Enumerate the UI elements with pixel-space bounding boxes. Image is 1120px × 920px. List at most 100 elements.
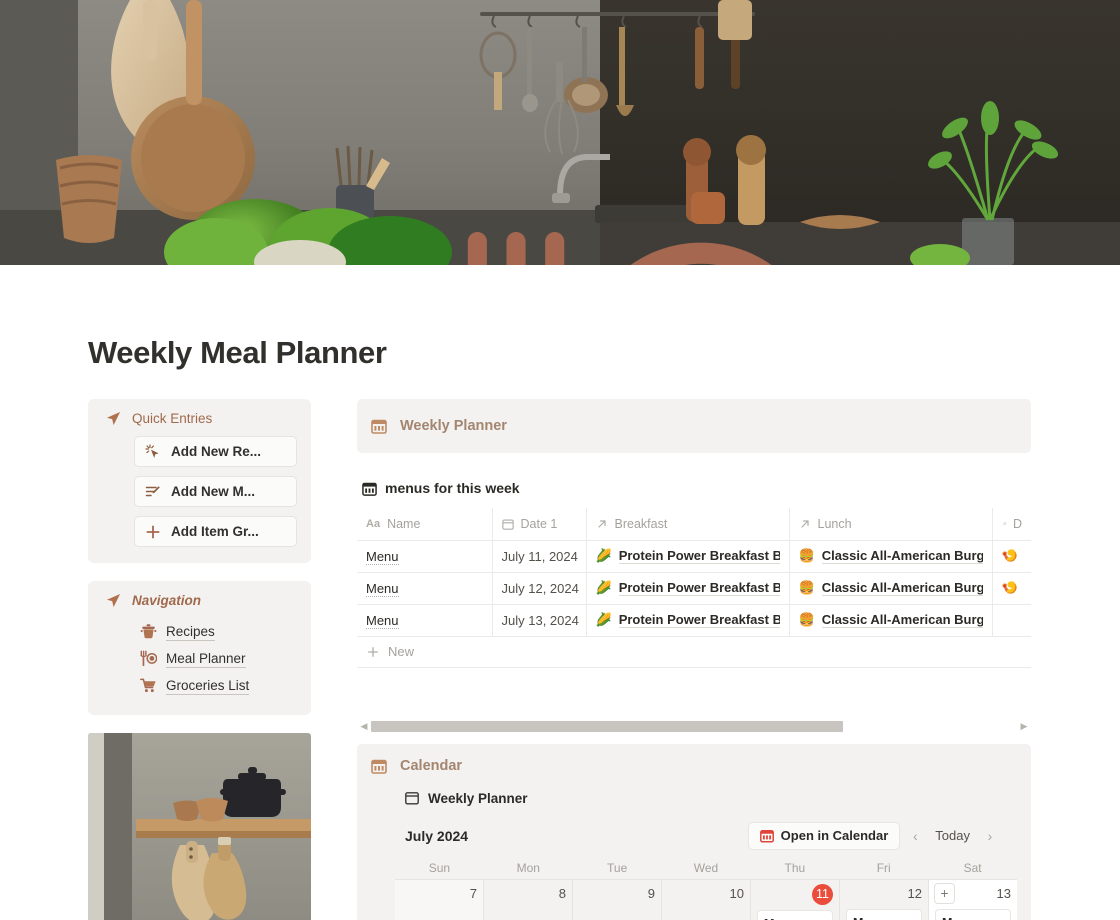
add-new-menu-button[interactable]: Add New M...	[134, 476, 297, 507]
weekday-sat: Sat	[963, 860, 982, 875]
date-icon	[501, 519, 514, 530]
sidebar-item-groceries-list[interactable]: Groceries List	[140, 672, 297, 699]
table-horizontal-scrollbar[interactable]: ◀ ▶	[357, 720, 1031, 734]
cell-breakfast-text: Protein Power Breakfast Bo	[618, 580, 780, 596]
weekly-planner-block-header[interactable]: Weekly Planner	[357, 399, 1031, 453]
calendar-day-number: 7	[469, 885, 477, 901]
cell-name[interactable]: Menu	[357, 603, 493, 637]
calendar-days-row: 7 8 9 10 11 Menu	[395, 878, 1017, 920]
add-item-grocery-label: Add Item Gr...	[171, 524, 259, 539]
scrollbar-thumb[interactable]	[371, 721, 843, 732]
cell-lunch-text: Classic All-American Burger	[821, 580, 983, 596]
column-header-date[interactable]: Date 1	[492, 508, 587, 541]
table-header-row: Aa Name Date 1 Breakfast Lunch D	[357, 508, 1031, 541]
column-header-name[interactable]: Aa Name	[357, 508, 493, 541]
quick-entries-header: Quick Entries	[102, 411, 297, 426]
calendar-month-label: July 2024	[405, 827, 469, 844]
new-row-button[interactable]: New	[357, 637, 1031, 668]
calendar-icon	[362, 482, 377, 496]
sidebar-item-meal-planner-label: Meal Planner	[166, 650, 246, 668]
scroll-left-arrow[interactable]: ◀	[357, 722, 371, 731]
scrollbar-track[interactable]	[371, 721, 1017, 732]
calendar-card: Calendar Weekly Planner July 2024 Open i…	[357, 743, 1031, 920]
navigation-panel: Navigation Recipes Meal Planner Grocerie…	[88, 581, 311, 715]
column-header-dinner-label: D	[1012, 516, 1022, 531]
add-new-recipe-button[interactable]: Add New Re...	[134, 436, 297, 467]
aa-icon: Aa	[366, 517, 381, 530]
sparkle-cursor-icon	[145, 443, 159, 458]
calendar-event-chip[interactable]: Menu	[846, 908, 922, 920]
cell-breakfast[interactable]: 🌽 Protein Power Breakfast Bo	[586, 603, 790, 637]
cell-date[interactable]: July 12, 2024	[492, 571, 587, 605]
calendar-day-cell[interactable]: 7	[395, 879, 484, 920]
cell-date[interactable]: July 13, 2024	[492, 603, 587, 637]
calendar-day-cell[interactable]: 12 Menu	[840, 879, 929, 920]
sidebar-item-meal-planner[interactable]: Meal Planner	[140, 645, 297, 672]
cell-name-text: Menu	[366, 612, 399, 629]
corn-emoji: 🌽	[595, 548, 612, 563]
hero-banner	[0, 0, 1120, 265]
cell-name-text: Menu	[366, 580, 399, 597]
calendar-day-cell[interactable]: 10	[662, 879, 751, 920]
calendar-event-chip[interactable]: Menu	[935, 908, 1011, 920]
weekday-tue: Tue	[607, 860, 628, 875]
calendar-day-cell-today[interactable]: 11 Menu	[751, 879, 840, 920]
add-item-grocery-button[interactable]: Add Item Gr...	[134, 516, 297, 547]
column-header-lunch[interactable]: Lunch	[789, 508, 993, 541]
cell-breakfast[interactable]: 🌽 Protein Power Breakfast Bo	[586, 539, 790, 573]
cell-lunch[interactable]: 🍔 Classic All-American Burger	[789, 603, 993, 637]
cell-date[interactable]: July 11, 2024	[492, 539, 587, 573]
cell-dinner[interactable]	[992, 603, 1031, 637]
table-row[interactable]: Menu July 12, 2024 🌽 Protein Power Break…	[357, 571, 1031, 605]
corn-emoji: 🌽	[595, 580, 612, 595]
calendar-event-chip[interactable]: Menu	[757, 909, 833, 920]
sidebar-item-groceries-list-label: Groceries List	[166, 677, 250, 695]
column-header-breakfast[interactable]: Breakfast	[586, 508, 790, 541]
cell-name[interactable]: Menu	[357, 539, 493, 573]
shrimp-emoji: 🍤	[1001, 548, 1018, 563]
new-row-label: New	[388, 644, 415, 659]
chevron-left-icon[interactable]: ‹	[904, 828, 926, 844]
relation-arrow-icon	[800, 520, 809, 528]
today-button[interactable]: Today	[930, 828, 975, 843]
cell-breakfast[interactable]: 🌽 Protein Power Breakfast Bo	[586, 571, 790, 605]
weekday-sun: Sun	[428, 860, 451, 875]
column-header-dinner[interactable]: D	[992, 508, 1031, 541]
kitchen-shelf-photo	[88, 733, 311, 920]
calendar-day-number-today: 11	[812, 883, 833, 905]
page-title: Weekly Meal Planner	[88, 335, 387, 370]
weekday-wed: Wed	[693, 860, 719, 875]
sidebar-item-recipes[interactable]: Recipes	[140, 618, 297, 645]
quick-entries-label: Quick Entries	[132, 411, 213, 426]
cell-name[interactable]: Menu	[357, 571, 493, 605]
add-event-plus-icon[interactable]: +	[934, 882, 955, 904]
cell-lunch[interactable]: 🍔 Classic All-American Burger	[789, 539, 993, 573]
cell-dinner[interactable]: 🍤 |	[992, 571, 1031, 605]
calendar-toolbar: July 2024 Open in Calendar ‹ Today ›	[405, 821, 1001, 851]
table-row[interactable]: Menu July 11, 2024 🌽 Protein Power Break…	[357, 539, 1031, 573]
weekday-mon: Mon	[516, 860, 540, 875]
scroll-right-arrow[interactable]: ▶	[1017, 722, 1031, 731]
kitchen-shelf-image	[88, 733, 311, 920]
open-in-calendar-label: Open in Calendar	[780, 828, 889, 843]
calendar-day-cell-hovered[interactable]: + 13 Menu	[929, 879, 1017, 920]
calendar-red-icon	[759, 829, 774, 843]
calendar-day-cell[interactable]: 9	[573, 879, 662, 920]
fork-and-plate-icon	[140, 650, 157, 666]
calendar-day-cell[interactable]: 8	[484, 879, 573, 920]
calendar-source[interactable]: Weekly Planner	[405, 791, 1031, 806]
open-in-calendar-button[interactable]: Open in Calendar	[747, 821, 901, 850]
chevron-right-icon[interactable]: ›	[979, 828, 1001, 844]
shopping-cart-icon	[140, 678, 156, 693]
weekday-fri: Fri	[876, 860, 891, 875]
calendar-icon	[371, 419, 387, 434]
column-header-date-label: Date 1	[520, 516, 558, 531]
table-row[interactable]: Menu July 13, 2024 🌽 Protein Power Break…	[357, 603, 1031, 637]
cell-lunch[interactable]: 🍔 Classic All-American Burger	[789, 571, 993, 605]
cell-dinner[interactable]: 🍤 |	[992, 539, 1031, 573]
relation-arrow-icon	[1002, 522, 1006, 526]
database-title[interactable]: menus for this week	[362, 480, 1031, 496]
shrimp-emoji: 🍤	[1001, 580, 1018, 595]
calendar-icon	[371, 759, 387, 774]
calendar-block-header[interactable]: Calendar	[357, 758, 1031, 774]
